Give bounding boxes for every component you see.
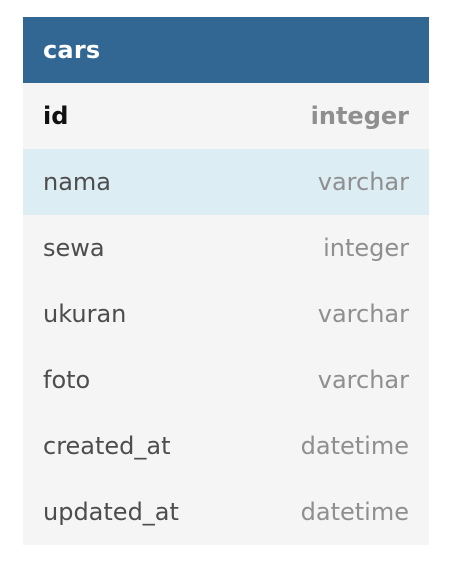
column-name: ukuran [43, 300, 127, 328]
column-type: varchar [317, 366, 409, 394]
column-type: integer [323, 234, 409, 262]
column-list: id integer nama varchar sewa integer uku… [23, 83, 429, 545]
column-row-id[interactable]: id integer [23, 83, 429, 149]
column-name: sewa [43, 234, 105, 262]
column-row-created-at[interactable]: created_at datetime [23, 413, 429, 479]
column-type: varchar [317, 300, 409, 328]
column-type: varchar [317, 168, 409, 196]
column-row-nama[interactable]: nama varchar [23, 149, 429, 215]
column-name: foto [43, 366, 91, 394]
column-row-sewa[interactable]: sewa integer [23, 215, 429, 281]
column-name: created_at [43, 432, 171, 460]
column-name: id [43, 102, 69, 130]
column-row-ukuran[interactable]: ukuran varchar [23, 281, 429, 347]
column-row-updated-at[interactable]: updated_at datetime [23, 479, 429, 545]
column-name: nama [43, 168, 112, 196]
column-type: datetime [300, 432, 409, 460]
table-header[interactable]: cars [23, 17, 429, 83]
diagram-canvas: cars id integer nama varchar sewa intege… [0, 0, 458, 574]
table-card-cars[interactable]: cars id integer nama varchar sewa intege… [23, 17, 429, 545]
column-type: datetime [300, 498, 409, 526]
column-type: integer [310, 102, 409, 130]
table-title: cars [43, 36, 101, 64]
column-row-foto[interactable]: foto varchar [23, 347, 429, 413]
column-name: updated_at [43, 498, 179, 526]
